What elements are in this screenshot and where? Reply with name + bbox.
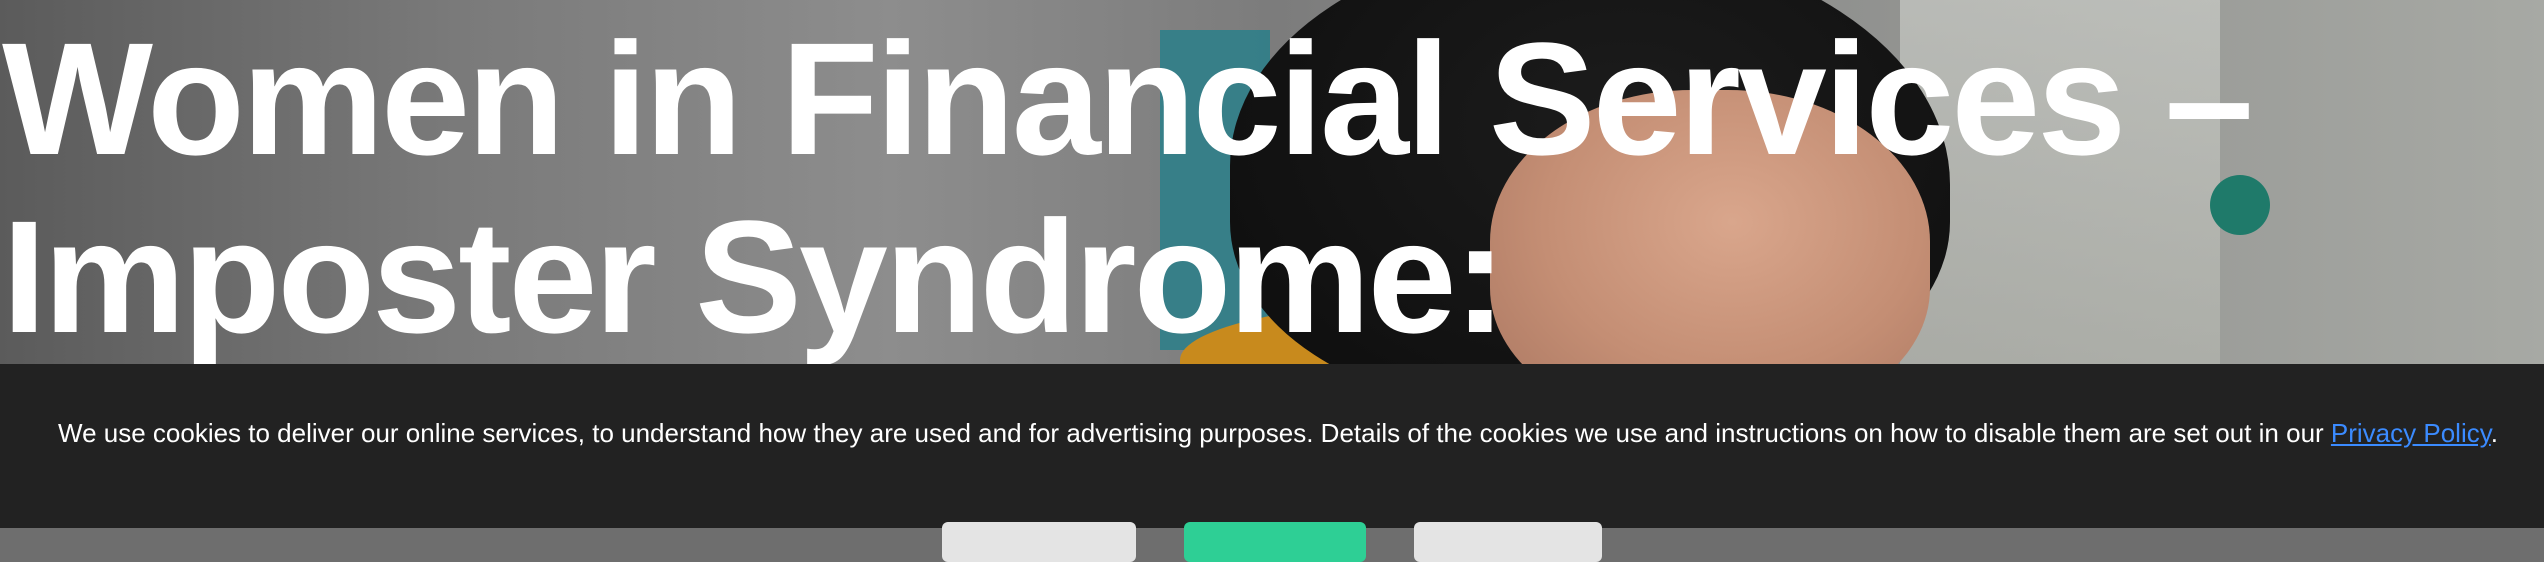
cookie-message: We use cookies to deliver our online ser…	[58, 416, 2498, 450]
page-title-line-2: Imposter Syndrome:	[2, 187, 1507, 365]
cookie-message-period: .	[2490, 418, 2499, 448]
cookie-settings-button[interactable]	[942, 522, 1136, 562]
accept-cookies-button[interactable]	[1184, 522, 1366, 562]
page-title-line-1: Women in Financial Services –	[2, 9, 2254, 188]
cookie-banner: We use cookies to deliver our online ser…	[0, 364, 2544, 562]
page-title: Women in Financial Services – Imposter S…	[2, 9, 2254, 365]
decline-cookies-button[interactable]	[1414, 522, 1602, 562]
hero-banner: Women in Financial Services – Imposter S…	[0, 0, 2544, 364]
cookie-message-text: We use cookies to deliver our online ser…	[58, 418, 2331, 448]
privacy-policy-link[interactable]: Privacy Policy	[2331, 418, 2491, 448]
